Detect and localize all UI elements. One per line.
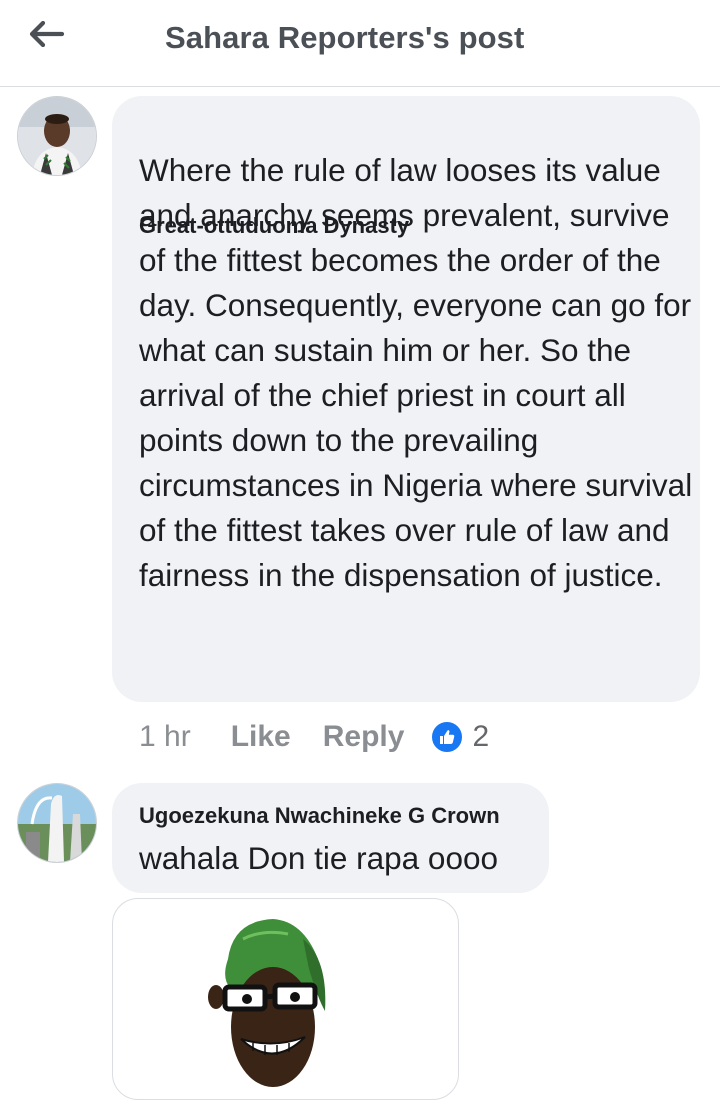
commenter-avatar[interactable] [17,783,97,863]
comment-text: Where the rule of law looses its value a… [139,152,693,593]
like-button[interactable]: Like [231,720,291,754]
comment-bubble: Great-ottuduoma Dynasty Where the rule o… [112,96,700,702]
reply-button[interactable]: Reply [323,720,405,754]
comment-author[interactable]: Ugoezekuna Nwachineke G Crown [139,803,500,829]
comment-text: wahala Don tie rapa oooo [139,840,499,876]
page-title: Sahara Reporters's post [165,20,525,55]
comment-timestamp[interactable]: 1 hr [139,720,191,754]
arrow-left-icon [29,21,65,47]
avatar-photo [18,97,96,175]
sticker-attachment[interactable] [112,898,459,1100]
thumbs-up-icon[interactable] [430,720,465,754]
comment-actions: 1 hr Like Reply 2 [139,715,489,759]
back-button[interactable] [22,12,72,56]
avatar-photo [18,784,96,862]
top-bar: Sahara Reporters's post [0,0,720,87]
reaction-count[interactable]: 2 [472,720,489,754]
commenter-avatar[interactable] [17,96,97,176]
cartoon-sticker-icon [208,919,326,1087]
comment-bubble: Ugoezekuna Nwachineke G Crown wahala Don… [112,783,549,893]
